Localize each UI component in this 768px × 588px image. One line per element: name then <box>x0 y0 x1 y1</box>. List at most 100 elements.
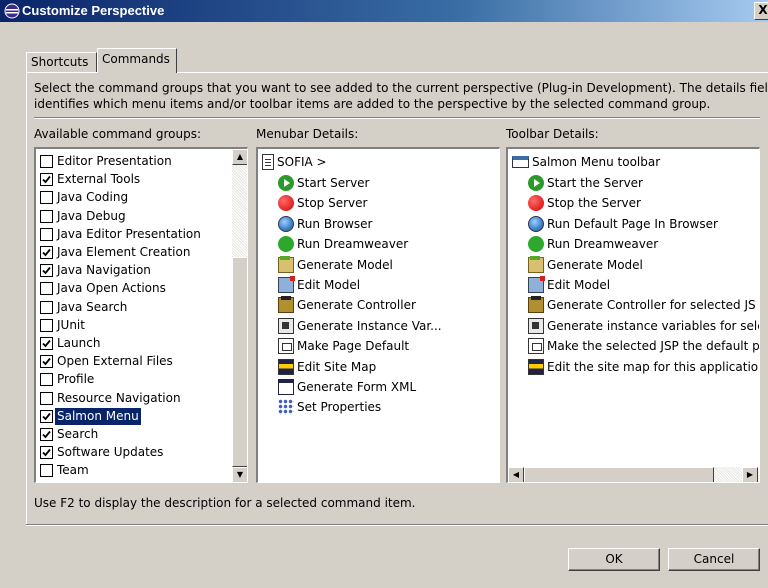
command-group-item[interactable]: Java Debug <box>40 208 128 226</box>
tree-item[interactable]: Edit Model <box>278 276 360 296</box>
tree-item[interactable]: Run Dreamweaver <box>528 235 658 255</box>
edit-model-icon <box>278 276 295 293</box>
tree-item[interactable]: Generate Controller <box>278 296 416 316</box>
command-group-label: Java Coding <box>57 190 129 205</box>
tree-item[interactable]: Edit Site Map <box>278 358 376 378</box>
command-group-item[interactable]: Java Element Creation <box>40 244 192 262</box>
checkbox[interactable] <box>40 300 53 314</box>
tree-item[interactable]: Generate instance variables for sele <box>528 317 759 337</box>
globe-icon <box>278 215 294 232</box>
tree-item-label: Edit the site map for this application <box>547 359 760 374</box>
checkbox[interactable] <box>40 282 53 296</box>
stop-icon <box>528 195 544 212</box>
checkbox[interactable] <box>40 428 53 441</box>
command-group-item[interactable]: Salmon Menu <box>40 406 142 426</box>
tab-shortcuts[interactable]: Shortcuts <box>26 52 97 72</box>
command-group-item[interactable]: Search <box>40 426 100 444</box>
checkbox[interactable] <box>40 446 53 460</box>
checkbox[interactable] <box>40 191 53 205</box>
tree-item[interactable]: Generate Instance Var... <box>278 317 442 337</box>
tree-item[interactable]: Set Properties <box>278 398 381 418</box>
tree-root-item[interactable]: Salmon Menu toolbar <box>512 153 660 173</box>
menubar-details-tree[interactable]: SOFIA > Start Server Stop Server Run Browse… <box>256 147 500 483</box>
command-group-label: Resource Navigation <box>57 390 181 405</box>
tree-item[interactable]: Generate Model <box>528 255 643 276</box>
checkbox[interactable] <box>40 264 53 278</box>
command-group-item[interactable]: Resource Navigation <box>40 390 183 408</box>
tree-item[interactable]: Make Page Default <box>278 337 409 357</box>
command-group-item[interactable]: Java Search <box>40 299 129 317</box>
scroll-right-arrow-icon[interactable]: ▶ <box>742 467 758 482</box>
checkbox[interactable] <box>40 318 53 332</box>
toolbar-details-tree[interactable]: Salmon Menu toolbar Start the Server Stop … <box>506 147 760 483</box>
command-group-item[interactable]: Software Updates <box>40 444 165 462</box>
tree-item[interactable]: Edit Model <box>528 276 610 296</box>
checkbox[interactable] <box>40 391 53 405</box>
toolbar-horizontal-scrollbar[interactable]: ◀ ▶ <box>508 467 759 482</box>
panel-bottom-highlight <box>26 525 768 526</box>
instance-var-icon <box>528 317 544 334</box>
ok-button[interactable]: OK <box>568 548 660 571</box>
checkbox[interactable] <box>40 464 53 478</box>
site-map-icon <box>528 358 544 375</box>
tree-item[interactable]: Generate Model <box>278 255 393 276</box>
command-group-item[interactable]: JUnit <box>40 317 87 335</box>
checkbox[interactable] <box>40 227 53 241</box>
close-button[interactable]: X <box>754 2 768 20</box>
command-group-item[interactable]: Team <box>40 462 91 480</box>
tree-item[interactable]: Stop the Server <box>528 194 641 214</box>
checkbox[interactable] <box>40 337 53 350</box>
dreamweaver-icon <box>528 236 544 253</box>
checkbox[interactable] <box>40 409 53 423</box>
command-group-item[interactable]: Launch <box>40 335 102 353</box>
page-default-icon <box>528 338 544 355</box>
checkbox[interactable] <box>40 355 53 369</box>
menu-doc-icon <box>262 154 274 170</box>
command-group-item[interactable]: Java Coding <box>40 189 130 207</box>
command-group-item[interactable]: External Tools <box>40 171 142 189</box>
tree-item[interactable]: Generate Form XML <box>278 378 416 398</box>
tree-item[interactable]: Start Server <box>278 174 369 194</box>
scroll-left-arrow-icon[interactable]: ◀ <box>508 467 524 482</box>
scroll-up-arrow-icon[interactable]: ▲ <box>232 149 247 165</box>
checkbox[interactable] <box>40 373 53 387</box>
tree-item[interactable]: Generate Controller for selected JS <box>528 296 756 316</box>
tree-item[interactable]: Edit the site map for this application <box>528 358 760 378</box>
command-group-item[interactable]: Java Editor Presentation <box>40 226 203 244</box>
tree-item[interactable]: Run Dreamweaver <box>278 235 408 255</box>
checkbox[interactable] <box>40 209 53 223</box>
command-group-item[interactable]: Java Navigation <box>40 262 153 280</box>
tree-item-label: Start Server <box>297 176 370 190</box>
checkbox[interactable] <box>40 246 53 259</box>
instance-var-icon <box>278 317 294 334</box>
command-group-label: Profile <box>57 372 95 387</box>
scroll-down-arrow-icon[interactable]: ▼ <box>232 467 247 482</box>
toolbar-icon <box>512 156 529 168</box>
command-group-item[interactable]: Editor Presentation <box>40 153 174 171</box>
tree-root-item[interactable]: SOFIA > <box>262 153 327 173</box>
form-xml-icon <box>278 379 294 395</box>
groups-scrollbar[interactable]: ▲ ▼ <box>232 149 247 482</box>
tab-commands[interactable]: Commands <box>97 48 177 73</box>
tree-item[interactable]: Stop Server <box>278 194 367 214</box>
command-groups-list[interactable]: Editor Presentation External Tools Java Co… <box>34 147 248 483</box>
tree-item[interactable]: Make the selected JSP the default p <box>528 337 759 357</box>
hscroll-thumb[interactable] <box>524 467 714 482</box>
dreamweaver-icon <box>278 236 294 253</box>
command-group-label: Java Debug <box>57 208 126 223</box>
cancel-button[interactable]: Cancel <box>668 548 760 571</box>
tree-item[interactable]: Run Default Page In Browser <box>528 215 718 235</box>
tree-item-label: Generate Form XML <box>297 380 417 394</box>
tree-item[interactable]: Run Browser <box>278 215 372 235</box>
command-group-item[interactable]: Profile <box>40 371 96 389</box>
tree-item[interactable]: Start the Server <box>528 174 643 194</box>
command-group-label: Salmon Menu <box>54 406 142 426</box>
command-group-item[interactable]: Open External Files <box>40 353 175 371</box>
tree-item-label: Edit Site Map <box>297 359 377 374</box>
checkbox[interactable] <box>40 155 53 168</box>
available-groups-label: Available command groups: <box>34 127 201 141</box>
checkbox[interactable] <box>40 173 53 187</box>
command-group-item[interactable]: Java Open Actions <box>40 280 168 298</box>
scroll-thumb[interactable] <box>232 257 247 467</box>
description-line-2: identifies which menu items and/or toolb… <box>34 97 711 111</box>
